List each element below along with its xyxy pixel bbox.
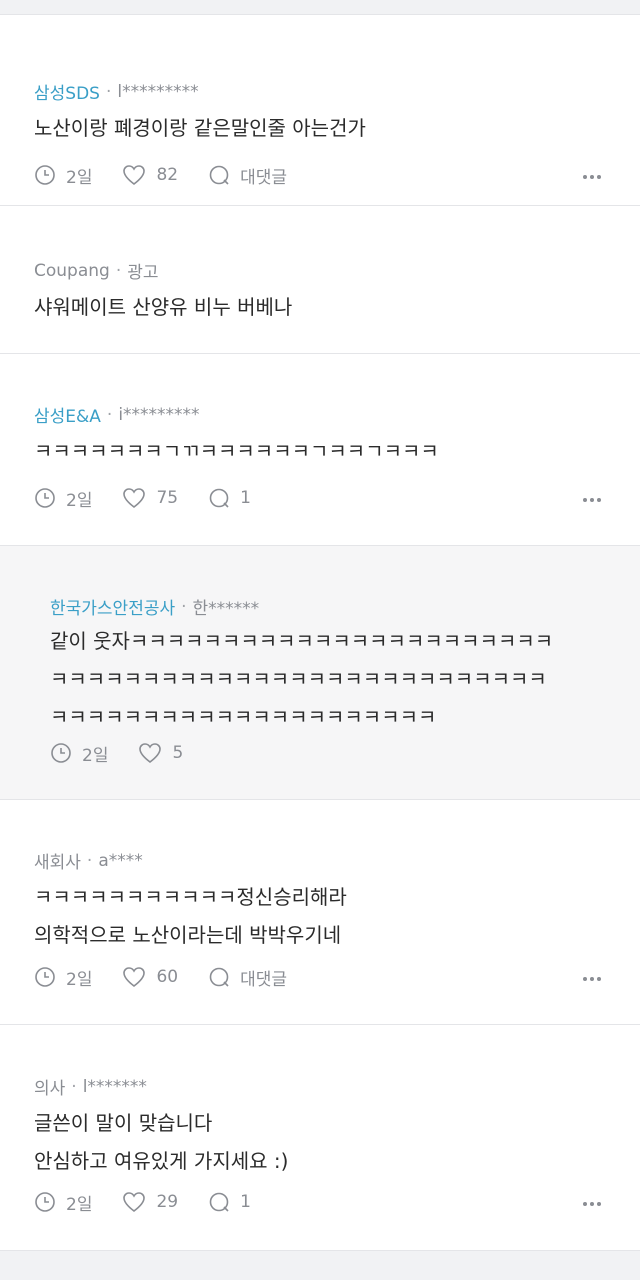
time-text: 2일	[66, 490, 93, 511]
user-name: l*******	[82, 1076, 147, 1097]
comment-meta: 한국가스안전공사 · 한******	[50, 594, 260, 620]
heart-icon	[139, 743, 162, 764]
time-text: 2일	[66, 1194, 93, 1215]
like-button[interactable]: 29	[122, 1191, 178, 1213]
more-dots-icon	[583, 1202, 601, 1206]
time-stamp: 2일	[34, 486, 92, 511]
time-stamp: 2일	[50, 741, 108, 766]
like-button[interactable]: 75	[122, 487, 178, 509]
clock-icon	[51, 743, 71, 763]
comment-text: 노산이랑 폐경이랑 같은말인줄 아는건가	[34, 116, 366, 140]
meta-separator: ·	[105, 81, 112, 102]
reply-card: 한국가스안전공사 · 한****** 같이 웃자ㅋㅋㅋㅋㅋㅋㅋㅋㅋㅋㅋㅋㅋㅋㅋㅋ…	[0, 546, 640, 800]
comment-card: 새회사 · a**** ㅋㅋㅋㅋㅋㅋㅋㅋㅋㅋㅋ정신승리해라 의학적으로 노산이라…	[0, 800, 640, 1025]
clock-icon	[35, 967, 55, 987]
reply-count: 1	[240, 1192, 251, 1212]
ad-meta: Coupang · 광고	[34, 258, 159, 284]
like-button[interactable]: 82	[122, 164, 178, 186]
company-name[interactable]: 의사	[34, 1074, 65, 1099]
time-text: 2일	[82, 745, 109, 766]
comment-text: ㅋㅋㅋㅋㅋㅋㅋㄱㄲㅋㅋㅋㅋㅋㅋㄱㅋㅋㄱㅋㅋㅋ	[34, 439, 439, 463]
comment-card: 삼성E&A · i********* ㅋㅋㅋㅋㅋㅋㅋㄱㄲㅋㅋㅋㅋㅋㅋㄱㅋㅋㄱㅋㅋ…	[0, 354, 640, 546]
speech-bubble-icon	[209, 165, 229, 185]
speech-bubble-icon	[209, 488, 229, 508]
time-stamp: 2일	[34, 1190, 92, 1215]
more-button[interactable]	[582, 488, 602, 508]
comment-meta: 삼성SDS · l*********	[34, 79, 199, 105]
top-divider	[0, 0, 640, 15]
reply-button[interactable]: 대댓글	[208, 163, 287, 188]
company-name[interactable]: 삼성SDS	[34, 79, 100, 104]
comment-actions: 2일 60 대댓글	[34, 962, 606, 992]
clock-icon	[35, 1192, 55, 1212]
reply-count: 1	[240, 488, 251, 508]
speech-bubble-icon	[209, 967, 229, 987]
meta-separator: ·	[71, 1076, 77, 1097]
comment-actions: 2일 75 1	[34, 483, 606, 513]
meta-separator: ·	[181, 596, 187, 617]
company-name[interactable]: 삼성E&A	[34, 402, 101, 427]
clock-icon	[35, 488, 55, 508]
comment-meta: 의사 · l*******	[34, 1074, 147, 1100]
heart-icon	[123, 1192, 146, 1213]
heart-icon	[123, 165, 146, 186]
like-count: 5	[172, 743, 184, 763]
heart-icon	[123, 967, 146, 988]
more-dots-icon	[583, 977, 601, 981]
comment-actions: 2일 29 1	[34, 1187, 606, 1217]
user-name: i*********	[118, 404, 200, 425]
ad-label: 광고	[127, 263, 159, 283]
time-text: 2일	[66, 167, 93, 188]
user-name: a****	[98, 850, 143, 871]
like-button[interactable]: 5	[138, 742, 183, 764]
like-count: 75	[156, 488, 179, 508]
meta-separator: ·	[106, 404, 113, 425]
user-name: 한******	[192, 599, 260, 619]
comment-card: 의사 · l******* 글쓴이 말이 맞습니다 안심하고 여유있게 가지세요…	[0, 1025, 640, 1251]
heart-icon	[123, 488, 146, 509]
reply-button[interactable]: 1	[208, 487, 251, 509]
meta-separator: ·	[86, 850, 93, 871]
more-dots-icon	[583, 498, 601, 502]
comment-text: 글쓴이 말이 맞습니다 안심하고 여유있게 가지세요 :)	[34, 1111, 289, 1173]
speech-bubble-icon	[209, 1192, 229, 1212]
company-name[interactable]: 한국가스안전공사	[50, 594, 175, 619]
comment-text: ㅋㅋㅋㅋㅋㅋㅋㅋㅋㅋㅋ정신승리해라 의학적으로 노산이라는데 박박우기네	[34, 885, 347, 947]
like-count: 82	[156, 165, 179, 185]
comment-meta: 새회사 · a****	[34, 848, 143, 874]
more-button[interactable]	[582, 1192, 602, 1212]
comment-actions: 2일 5	[50, 738, 213, 768]
more-dots-icon	[583, 175, 601, 179]
clock-icon	[35, 165, 55, 185]
time-stamp: 2일	[34, 163, 92, 188]
user-name: l*********	[117, 81, 199, 102]
comment-meta: 삼성E&A · i*********	[34, 402, 200, 428]
time-text: 2일	[66, 969, 93, 990]
reply-label: 대댓글	[240, 167, 288, 188]
meta-separator: ·	[115, 260, 122, 281]
more-button[interactable]	[582, 967, 602, 987]
reply-button[interactable]: 1	[208, 1191, 251, 1213]
like-count: 29	[156, 1192, 179, 1212]
reply-label: 대댓글	[240, 969, 288, 990]
company-name: Coupang	[34, 260, 110, 281]
company-name[interactable]: 새회사	[34, 848, 81, 873]
comment-actions: 2일 82 대댓글	[34, 160, 606, 190]
comment-text: 같이 웃자ㅋㅋㅋㅋㅋㅋㅋㅋㅋㅋㅋㅋㅋㅋㅋㅋㅋㅋㅋㅋㅋㅋㅋ ㅋㅋㅋㅋㅋㅋㅋㅋㅋㅋㅋ…	[50, 629, 554, 729]
like-count: 60	[156, 967, 179, 987]
reply-button[interactable]: 대댓글	[208, 965, 287, 990]
ad-card[interactable]: Coupang · 광고 샤워메이트 산양유 비누 버베나	[0, 206, 640, 354]
ad-text: 샤워메이트 산양유 비누 버베나	[34, 295, 293, 319]
comment-card: 삼성SDS · l********* 노산이랑 폐경이랑 같은말인줄 아는건가 …	[0, 15, 640, 206]
more-button[interactable]	[582, 165, 602, 185]
like-button[interactable]: 60	[122, 966, 178, 988]
time-stamp: 2일	[34, 965, 92, 990]
